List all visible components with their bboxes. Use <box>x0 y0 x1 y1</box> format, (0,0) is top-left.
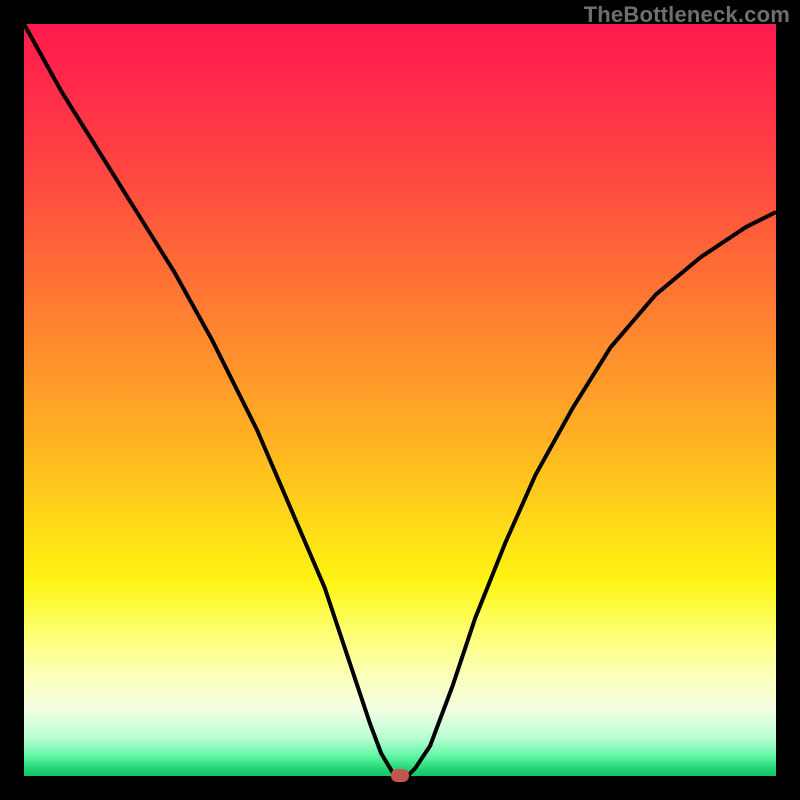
plot-area <box>24 24 776 776</box>
optimal-point-marker <box>391 769 409 782</box>
curve-path <box>24 24 776 776</box>
bottleneck-curve <box>24 24 776 776</box>
chart-frame <box>24 24 776 776</box>
